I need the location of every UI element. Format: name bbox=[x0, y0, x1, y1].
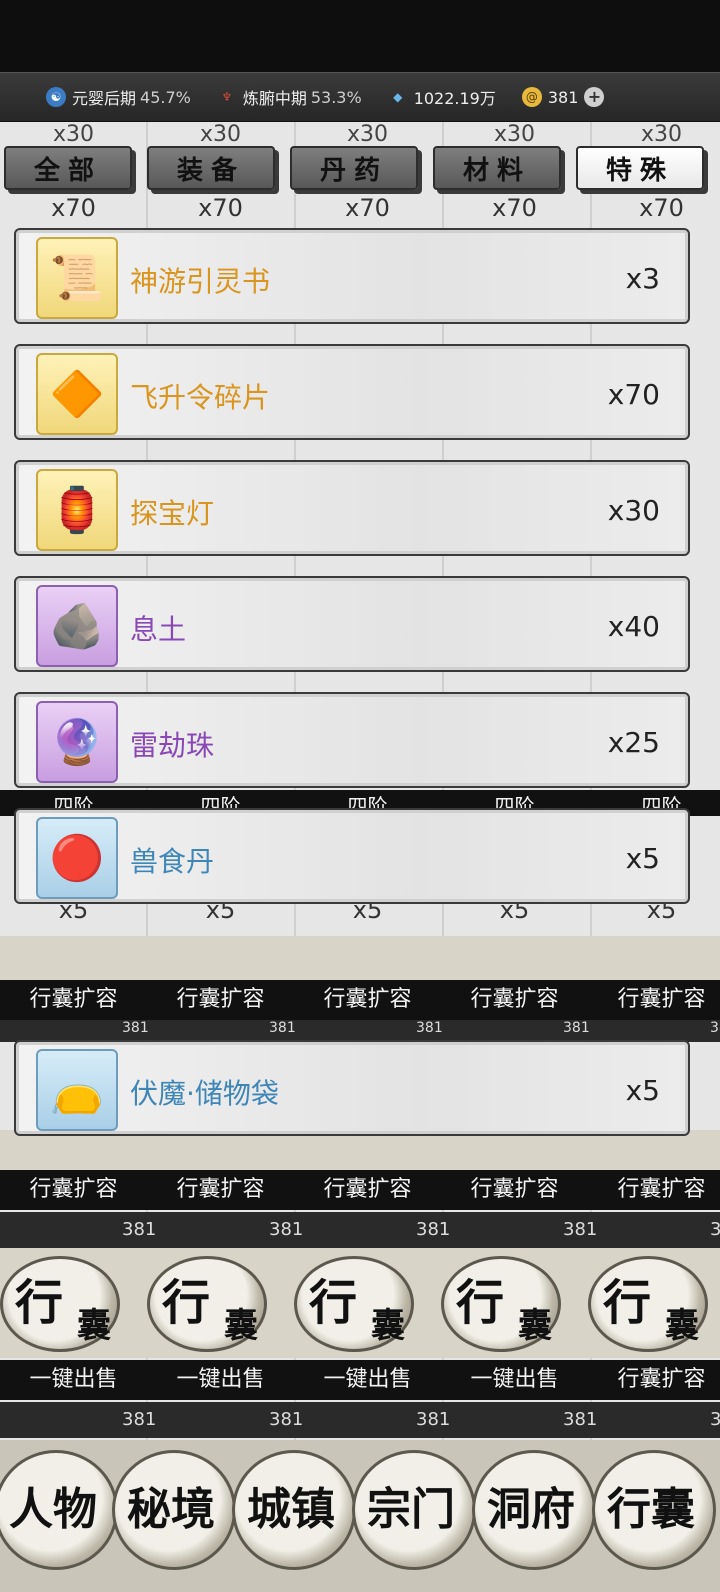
list-item[interactable]: 📜 神游引灵书 x3 bbox=[14, 228, 690, 324]
realm2-value: 53.3% bbox=[310, 87, 362, 107]
sword-icon: ♆ bbox=[221, 90, 233, 104]
item-name: 兽食丹 bbox=[130, 845, 215, 878]
realm1-value: 45.7% bbox=[140, 87, 191, 107]
item-name: 飞升令碎片 bbox=[130, 381, 271, 414]
top-black-bar bbox=[0, 0, 720, 72]
thunder-orb-icon: 🔮 bbox=[36, 701, 118, 783]
list-item[interactable]: 🏮 探宝灯 x30 bbox=[14, 460, 690, 556]
item-name: 息土 bbox=[130, 613, 187, 646]
item-qty: x5 bbox=[625, 1074, 660, 1107]
ghost-coin-strip-1 bbox=[0, 936, 720, 980]
tab-equipment[interactable]: 装备 bbox=[147, 146, 275, 190]
nav-cave-button[interactable]: 洞府 bbox=[472, 1450, 596, 1570]
ghost-row-381-3: 381381381381381 bbox=[0, 1402, 720, 1438]
list-item[interactable]: 🔮 雷劫珠 x25 bbox=[14, 692, 690, 788]
item-qty: x3 bbox=[625, 262, 660, 295]
add-gold-button[interactable]: + bbox=[584, 87, 605, 107]
token-fragment-icon: 🔶 bbox=[36, 353, 118, 435]
scroll-icon: 📜 bbox=[36, 237, 118, 319]
item-qty: x70 bbox=[607, 378, 660, 411]
storage-bag-icon: 👝 bbox=[36, 1049, 118, 1131]
spirit-stones-value: 1022.19万 bbox=[413, 89, 496, 108]
ghost-row-381-2: 381381381381381 bbox=[0, 1212, 720, 1248]
realm1-label: 元婴后期 bbox=[72, 89, 137, 108]
bag-coin-icon: 行囊 bbox=[0, 1256, 120, 1352]
list-item[interactable]: 👝 伏魔·储物袋 x5 bbox=[14, 1040, 690, 1136]
item-name: 神游引灵书 bbox=[130, 265, 271, 298]
tab-materials[interactable]: 材料 bbox=[433, 146, 561, 190]
item-qty: x5 bbox=[625, 842, 660, 875]
nav-bag-button[interactable]: 行囊 bbox=[592, 1450, 716, 1570]
status-bar: ☯ 元婴后期 45.7% ♆ 炼腑中期 53.3% ◆ 1022.19万 @ 3… bbox=[0, 72, 720, 122]
ghost-band-expand-2: 行囊扩容 行囊扩容 行囊扩容 行囊扩容 行囊扩容 bbox=[0, 1170, 720, 1210]
tab-special[interactable]: 特殊 bbox=[576, 146, 704, 190]
yin-yang-icon: ☯ bbox=[46, 87, 66, 107]
realm2-label: 炼腑中期 bbox=[242, 89, 307, 108]
ghost-band-sell: 一键出售 一键出售 一键出售 一键出售 行囊扩容 bbox=[0, 1360, 720, 1400]
nav-sect-button[interactable]: 宗门 bbox=[352, 1450, 476, 1570]
nav-characters-button[interactable]: 人物 bbox=[0, 1450, 118, 1570]
ghost-coin-strip-2 bbox=[0, 1130, 720, 1170]
spirit-stones-stat: ◆ 1022.19万 bbox=[388, 85, 496, 109]
ghost-row-top: x30 x30 x30 x30 x30 bbox=[52, 122, 682, 146]
tab-all[interactable]: 全部 bbox=[4, 146, 132, 190]
item-qty: x25 bbox=[607, 726, 660, 759]
item-name: 伏魔·储物袋 bbox=[130, 1077, 279, 1110]
nav-secret-realm-button[interactable]: 秘境 bbox=[112, 1450, 236, 1570]
crystal-icon: ◆ bbox=[393, 90, 403, 104]
ghost-band-expand-1: 行囊扩容 行囊扩容 行囊扩容 行囊扩容 行囊扩容 bbox=[0, 980, 720, 1020]
item-qty: x30 bbox=[607, 494, 660, 527]
category-tabs: 全部 装备 丹药 材料 特殊 bbox=[4, 146, 720, 194]
realm-stat-2: ♆ 炼腑中期 53.3% bbox=[217, 85, 362, 109]
item-qty: x40 bbox=[607, 610, 660, 643]
coin-icon: @ bbox=[521, 87, 542, 107]
bag-coin-icon: 行囊 bbox=[147, 1256, 267, 1352]
ghost-row-381-1: 381381381381381 bbox=[0, 1020, 720, 1042]
bag-coin-icon: 行囊 bbox=[441, 1256, 561, 1352]
bag-coin-icon: 行囊 bbox=[588, 1256, 708, 1352]
ghost-row-x70: x70 x70 x70 x70 x70 bbox=[51, 194, 684, 222]
list-item[interactable]: 🔶 飞升令碎片 x70 bbox=[14, 344, 690, 440]
list-item[interactable]: 🔴 兽食丹 x5 bbox=[14, 808, 690, 904]
item-name: 雷劫珠 bbox=[130, 729, 215, 762]
ghost-coin-row-bag: 行囊 行囊 行囊 行囊 行囊 bbox=[0, 1248, 720, 1358]
lantern-icon: 🏮 bbox=[36, 469, 118, 551]
item-name: 探宝灯 bbox=[130, 497, 215, 530]
tab-pills[interactable]: 丹药 bbox=[290, 146, 418, 190]
gold-value: 381 bbox=[547, 87, 579, 107]
bag-coin-icon: 行囊 bbox=[294, 1256, 414, 1352]
list-item[interactable]: 🪨 息土 x40 bbox=[14, 576, 690, 672]
nav-city-button[interactable]: 城镇 bbox=[232, 1450, 356, 1570]
pill-icon: 🔴 bbox=[36, 817, 118, 899]
earth-stone-icon: 🪨 bbox=[36, 585, 118, 667]
gold-stat: @ 381 + bbox=[521, 87, 605, 107]
bottom-nav: 人物 秘境 城镇 宗门 洞府 行囊 bbox=[0, 1440, 720, 1592]
realm-stat-1: ☯ 元婴后期 45.7% bbox=[46, 85, 191, 109]
